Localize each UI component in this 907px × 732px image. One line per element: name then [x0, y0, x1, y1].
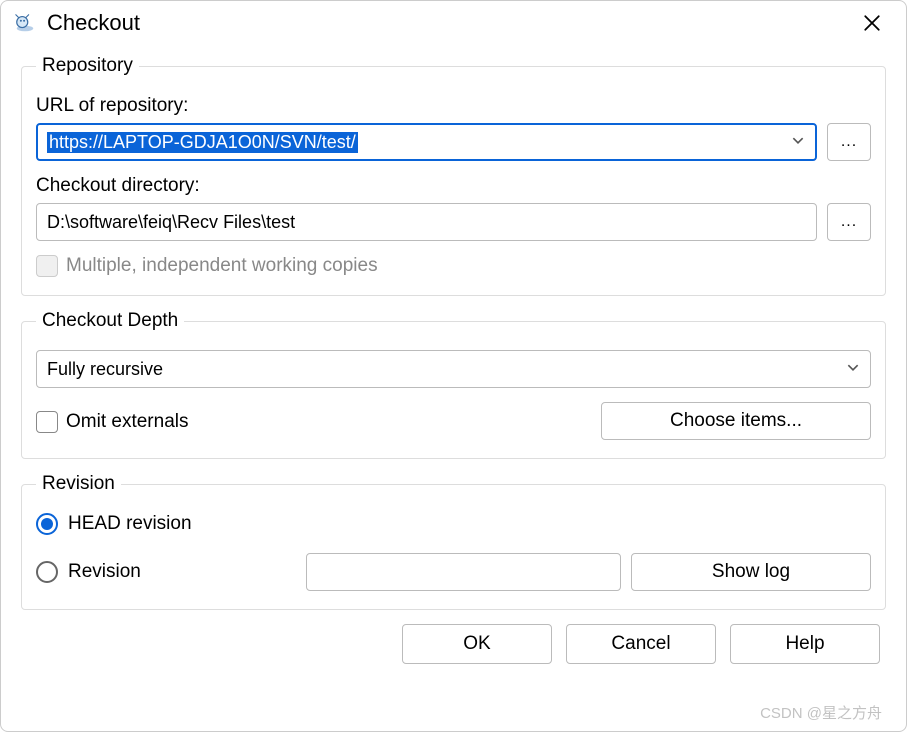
multiple-copies-row: Multiple, independent working copies	[36, 255, 871, 277]
choose-items-button[interactable]: Choose items...	[601, 402, 871, 440]
head-revision-row: HEAD revision	[36, 513, 871, 535]
checkout-dir-input[interactable]: D:\software\feiq\Recv Files\test	[36, 203, 817, 241]
browse-dir-button[interactable]: ...	[827, 203, 871, 241]
help-button[interactable]: Help	[730, 624, 880, 664]
window-title: Checkout	[47, 10, 850, 36]
revision-group: Revision HEAD revision Revision Show log	[21, 473, 886, 610]
close-button[interactable]	[850, 7, 894, 39]
cancel-button[interactable]: Cancel	[566, 624, 716, 664]
head-revision-radio[interactable]	[36, 513, 58, 535]
repository-group: Repository URL of repository: https://LA…	[21, 55, 886, 296]
multiple-copies-label: Multiple, independent working copies	[66, 255, 378, 277]
checkout-dir-label: Checkout directory:	[36, 175, 871, 197]
omit-externals-row: Omit externals	[36, 411, 188, 433]
revision-number-input[interactable]	[306, 553, 621, 591]
revision-number-label: Revision	[68, 561, 141, 583]
url-combobox[interactable]: https://LAPTOP-GDJA1O0N/SVN/test/	[36, 123, 817, 161]
url-value-selected: https://LAPTOP-GDJA1O0N/SVN/test/	[47, 132, 358, 153]
browse-url-button[interactable]: ...	[827, 123, 871, 161]
multiple-copies-checkbox	[36, 255, 58, 277]
chevron-down-icon	[846, 359, 860, 380]
dialog-footer: OK Cancel Help	[21, 624, 886, 664]
checkout-depth-legend: Checkout Depth	[36, 310, 184, 332]
chevron-down-icon	[791, 132, 805, 153]
depth-select[interactable]: Fully recursive	[36, 350, 871, 388]
ok-button[interactable]: OK	[402, 624, 552, 664]
revision-number-radio[interactable]	[36, 561, 58, 583]
revision-number-row: Revision	[36, 561, 296, 583]
omit-externals-checkbox[interactable]	[36, 411, 58, 433]
head-revision-label: HEAD revision	[68, 513, 192, 535]
repository-legend: Repository	[36, 55, 139, 77]
depth-value: Fully recursive	[47, 359, 163, 380]
app-icon	[13, 11, 37, 35]
watermark-text: CSDN @星之方舟	[760, 702, 882, 723]
checkout-dir-value: D:\software\feiq\Recv Files\test	[47, 212, 295, 233]
revision-legend: Revision	[36, 473, 121, 495]
show-log-button[interactable]: Show log	[631, 553, 871, 591]
omit-externals-label: Omit externals	[66, 411, 188, 433]
checkout-depth-group: Checkout Depth Fully recursive Omit exte…	[21, 310, 886, 459]
titlebar: Checkout	[1, 1, 906, 45]
url-label: URL of repository:	[36, 95, 871, 117]
